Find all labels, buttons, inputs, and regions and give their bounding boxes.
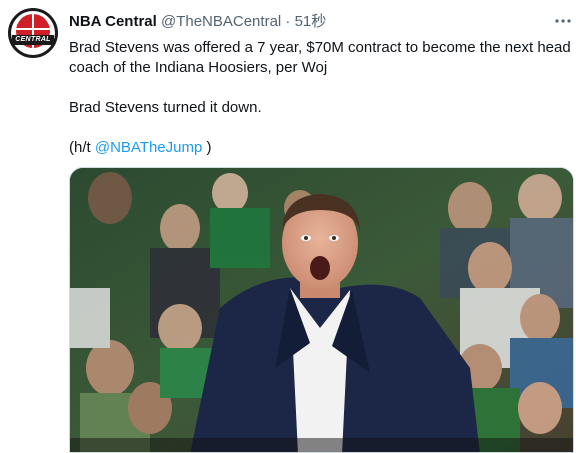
coach-photo-illustration <box>70 168 573 452</box>
user-handle[interactable]: @TheNBACentral <box>161 13 281 30</box>
tweet-header: NBA Central @TheNBACentral · 51秒 <box>69 12 326 32</box>
tweet-text-line: (h/t @NBATheJump ) <box>69 138 212 158</box>
credit-suffix: ) <box>202 139 212 156</box>
tweet-photo[interactable] <box>69 167 574 453</box>
credit-prefix: (h/t <box>69 139 95 156</box>
tweet[interactable]: CENTRAL NBA Central @TheNBACentral · 51秒… <box>0 0 576 453</box>
tweet-text-line: Brad Stevens was offered a 7 year, $70M … <box>69 39 571 56</box>
more-horizontal-svg <box>555 19 571 23</box>
tweet-text-line: coach of the Indiana Hoosiers, per Woj <box>69 59 328 76</box>
display-name[interactable]: NBA Central <box>69 13 157 30</box>
tweet-text-line: Brad Stevens turned it down. <box>69 99 262 116</box>
logo-text: CENTRAL <box>12 35 54 45</box>
more-horizontal-icon[interactable] <box>554 12 572 30</box>
separator-dot: · <box>285 13 291 30</box>
timestamp[interactable]: 51秒 <box>295 13 327 30</box>
mention-link[interactable]: @NBATheJump <box>95 139 202 156</box>
avatar[interactable]: CENTRAL <box>8 8 58 58</box>
basketball-seam <box>16 28 50 30</box>
